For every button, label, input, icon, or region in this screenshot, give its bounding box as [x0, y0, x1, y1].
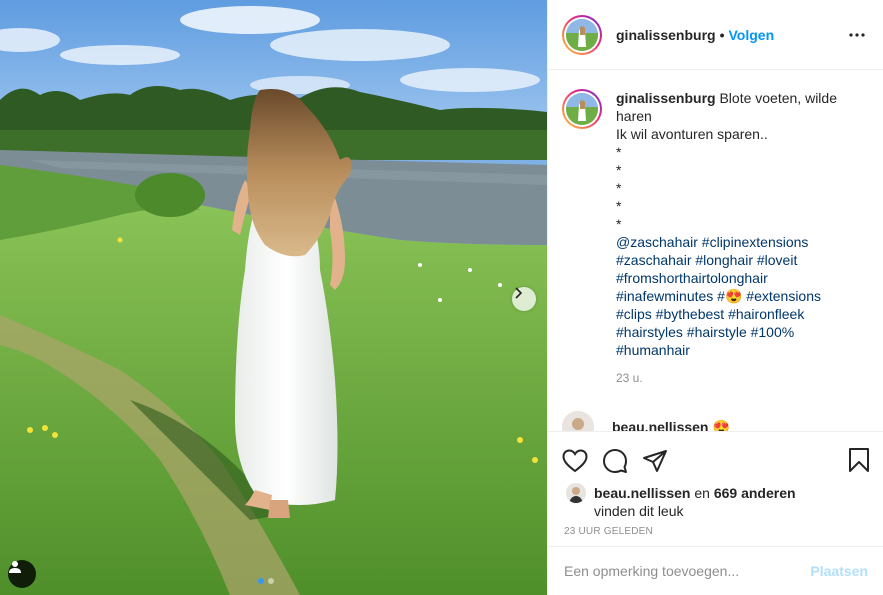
- post-header: ginalissenburg • Volgen: [548, 0, 883, 70]
- caption-avatar[interactable]: [562, 89, 602, 129]
- follow-button[interactable]: Volgen: [728, 27, 774, 43]
- save-button[interactable]: [848, 447, 870, 476]
- user-tags-button[interactable]: [8, 560, 36, 588]
- post-photo[interactable]: [0, 0, 547, 595]
- share-icon: [643, 450, 667, 472]
- commenter-avatar-image: [562, 411, 594, 431]
- avatar[interactable]: [562, 14, 602, 55]
- caption-text: ginalissenburg Blote voeten, wilde haren…: [616, 89, 866, 387]
- hashtag-line[interactable]: #humanhair: [616, 341, 866, 359]
- caption: ginalissenburg Blote voeten, wilde haren…: [562, 89, 870, 387]
- hashtag-line[interactable]: #hairstyles #hairstyle #100%: [616, 323, 866, 341]
- liker-username[interactable]: beau.nellissen: [594, 485, 690, 501]
- caption-username[interactable]: ginalissenburg: [616, 90, 716, 106]
- next-photo-button[interactable]: [512, 287, 536, 311]
- caption-time[interactable]: 23 u.: [616, 369, 866, 387]
- carousel-dot-active: [258, 578, 264, 584]
- carousel-indicator: [258, 578, 274, 584]
- more-options-icon: [849, 32, 865, 37]
- liker-avatar[interactable]: [566, 483, 586, 503]
- add-comment-form: Plaatsen: [548, 546, 883, 595]
- commenter-username[interactable]: beau.nellissen: [612, 419, 708, 431]
- avatar-image: [566, 18, 598, 51]
- hashtag-line[interactable]: @zaschahair #clipinextensions: [616, 233, 866, 251]
- caption-avatar-image: [566, 93, 598, 125]
- caption-star: *: [616, 162, 622, 178]
- action-bar: [548, 432, 883, 480]
- user-tag-icon: [9, 561, 21, 573]
- heart-icon: [562, 449, 588, 473]
- comment-icon: [603, 449, 627, 473]
- likes-tail: vinden dit leuk: [594, 503, 684, 519]
- heart-eyes-emoji: 😍: [724, 288, 743, 304]
- hashtag-line[interactable]: #clips #bythebest #haironfleek: [616, 305, 866, 323]
- like-button[interactable]: [562, 443, 602, 479]
- comment-emoji: 😍: [712, 418, 730, 432]
- caption-star: *: [616, 198, 622, 214]
- header-username[interactable]: ginalissenburg: [616, 27, 716, 43]
- caption-line-2: Ik wil avonturen sparen..: [616, 126, 768, 142]
- carousel-dot: [268, 578, 274, 584]
- comment-input[interactable]: [564, 563, 811, 579]
- comment-button[interactable]: [602, 443, 642, 479]
- next-arrow-icon: [515, 287, 523, 299]
- share-button[interactable]: [642, 443, 682, 479]
- post-date[interactable]: 23 UUR GELEDEN: [548, 520, 883, 537]
- caption-star: *: [616, 180, 622, 196]
- post-panel: ginalissenburg • Volgen ginalissenburg B…: [547, 0, 883, 595]
- likes-count[interactable]: 669 anderen: [714, 485, 796, 501]
- comment-preview: beau.nellissen 😍: [562, 411, 730, 431]
- commenter-avatar[interactable]: [562, 411, 594, 431]
- likes-text: beau.nellissen en 669 anderen vinden dit…: [594, 484, 796, 520]
- comments-section[interactable]: ginalissenburg Blote voeten, wilde haren…: [548, 71, 883, 431]
- likes-summary: beau.nellissen en 669 anderen vinden dit…: [548, 480, 883, 520]
- hashtag-line[interactable]: #zaschahair #longhair #loveit: [616, 251, 866, 269]
- post-actions: beau.nellissen en 669 anderen vinden dit…: [548, 431, 883, 537]
- post-comment-button[interactable]: Plaatsen: [810, 563, 868, 579]
- caption-star: *: [616, 144, 622, 160]
- more-options-button[interactable]: [845, 23, 869, 47]
- header-separator: •: [719, 26, 725, 43]
- hashtag-line[interactable]: #inafewminutes #: [616, 288, 725, 304]
- likes-connector: en: [690, 485, 714, 501]
- photo-scene: [0, 0, 547, 595]
- hashtag-line[interactable]: #fromshorthairtolonghair: [616, 269, 866, 287]
- bookmark-icon: [849, 447, 869, 472]
- caption-star: *: [616, 216, 622, 232]
- hashtag-extensions[interactable]: #extensions: [742, 288, 821, 304]
- liker-avatar-image: [566, 483, 586, 503]
